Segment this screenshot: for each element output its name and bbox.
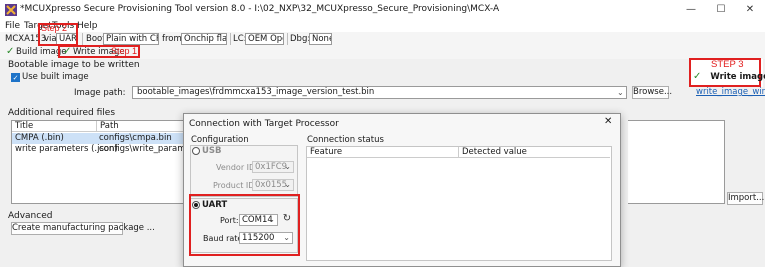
browse-button[interactable]: Browse... <box>632 86 672 99</box>
configuration-heading: Configuration <box>191 135 249 145</box>
step3-label: STEP 3 <box>711 59 744 70</box>
table-cell[interactable]: configs\write_parameters.js <box>96 144 186 155</box>
image-path-label: Image path: <box>74 88 126 98</box>
import-button[interactable]: Import... <box>727 192 764 205</box>
table-header-title: Title <box>12 121 96 132</box>
write-script-link[interactable]: write_image_win.bat <box>696 87 765 97</box>
menu-file[interactable]: File <box>5 21 20 31</box>
table-cell[interactable]: write parameters (.json) <box>12 144 118 155</box>
table-cell: CMPA (.bin) <box>15 133 64 143</box>
maximize-button[interactable]: ☐ <box>710 2 732 18</box>
chevron-down-icon: ⌄ <box>284 162 291 171</box>
files-table-right <box>628 120 725 204</box>
status-header-detected: Detected value <box>458 147 610 158</box>
create-package-button[interactable]: Create manufacturing package ... <box>11 222 155 235</box>
dialog-title: Connection with Target Processor <box>189 119 339 129</box>
chevron-down-icon: ⌄ <box>284 180 291 189</box>
app-logo-icon <box>5 4 17 16</box>
table-cell: configs\cmpa.bin <box>99 133 172 143</box>
usb-radio[interactable] <box>192 147 200 155</box>
boot-type-field[interactable]: Plain with CRC <box>103 33 159 45</box>
step2-label: Step 2 <box>41 23 68 33</box>
use-built-image-label: Use built image <box>22 72 89 82</box>
chevron-down-icon[interactable]: ⌄ <box>617 88 624 97</box>
step1-label: Step 1 <box>111 46 138 56</box>
product-id-label: Product ID: <box>213 181 258 190</box>
close-button[interactable]: ✕ <box>739 2 761 18</box>
image-path-input[interactable]: bootable_images\frdmmcxa153_image_versio… <box>132 86 627 99</box>
uart-highlight <box>189 194 300 256</box>
toolbar-divider <box>230 33 231 45</box>
use-built-image-checkbox[interactable]: ✓ <box>11 73 20 82</box>
menu-bar <box>0 20 765 32</box>
toolbar-divider <box>287 33 288 45</box>
toolbar-divider <box>82 33 83 45</box>
checkmark-icon: ✓ <box>693 71 702 82</box>
window-title: *MCUXpresso Secure Provisioning Tool ver… <box>20 4 500 14</box>
dbg-label: Dbg: <box>290 34 311 44</box>
lifecycle-field[interactable]: OEM Open <box>245 33 284 45</box>
minimize-button[interactable]: — <box>680 2 702 18</box>
checkmark-icon: ✓ <box>6 46 15 57</box>
boot-source-field[interactable]: Onchip flash <box>181 33 227 45</box>
write-image-button[interactable]: ✓ Write image <box>693 71 765 83</box>
dialog-close-icon[interactable]: ✕ <box>604 116 612 127</box>
connection-status-heading: Connection status <box>307 135 384 145</box>
debug-field[interactable]: None <box>309 33 332 45</box>
bootable-image-heading: Bootable image to be written <box>8 60 140 70</box>
connection-status-table <box>306 146 612 261</box>
product-id-select[interactable]: 0x0155 ⌄ <box>252 179 294 191</box>
menu-help[interactable]: Help <box>77 21 98 31</box>
additional-files-heading: Additional required files <box>8 108 116 118</box>
status-header-feature: Feature <box>307 147 458 158</box>
from-label: from <box>162 34 182 44</box>
usb-label: USB <box>202 146 222 156</box>
table-header-path: Path <box>96 121 190 132</box>
vendor-id-select[interactable]: 0x1FC9 ⌄ <box>252 161 294 173</box>
advanced-heading: Advanced <box>8 211 53 221</box>
